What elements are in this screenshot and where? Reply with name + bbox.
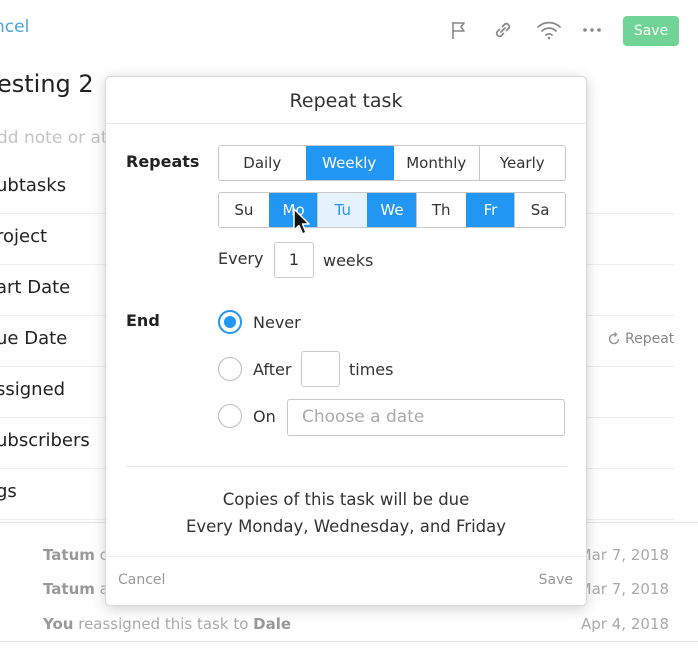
activity-actor[interactable]: You (43, 615, 73, 633)
field-label: gs (0, 481, 17, 502)
repeat-label: Repeat (625, 331, 675, 347)
save-button[interactable]: Save (623, 16, 679, 46)
repeat-task-dialog: Repeat task Repeats Daily Weekly Monthly… (105, 76, 587, 606)
times-label: times (349, 360, 394, 379)
field-label: ue Date (0, 328, 68, 349)
activity-date: Apr 4, 2018 (581, 615, 669, 633)
wifi-icon[interactable] (536, 19, 562, 41)
end-never-radio[interactable] (218, 310, 242, 334)
activity-text: reassigned this task to (73, 615, 254, 633)
day-thursday[interactable]: Th (415, 193, 466, 227)
end-on-label[interactable]: On (253, 407, 276, 426)
activity-target[interactable]: Dale (253, 615, 291, 633)
end-after-radio[interactable] (218, 357, 242, 381)
day-saturday[interactable]: Sa (514, 193, 565, 227)
frequency-monthly[interactable]: Monthly (392, 146, 479, 180)
interval-unit: weeks (323, 251, 374, 270)
flag-icon[interactable] (448, 19, 470, 41)
mouse-cursor-icon (293, 208, 310, 235)
field-label: art Date (0, 277, 71, 298)
footer-divider (106, 556, 586, 557)
weekday-selector: Su Mo Tu We Th Fr Sa (218, 192, 566, 228)
field-label: ubscribers (0, 430, 90, 451)
day-friday[interactable]: Fr (465, 193, 515, 227)
day-sunday[interactable]: Su (219, 193, 269, 227)
task-title[interactable]: esting 2 (0, 70, 94, 98)
frequency-daily[interactable]: Daily (219, 146, 306, 180)
field-label: roject (0, 226, 48, 247)
activity-date: Mar 7, 2018 (578, 546, 669, 564)
summary-line-2: Every Monday, Wednesday, and Friday (185, 517, 507, 536)
repeats-label: Repeats (126, 152, 200, 171)
dialog-title: Repeat task (106, 77, 586, 124)
note-placeholder[interactable]: dd note or att (0, 128, 114, 148)
field-label: ssigned (0, 379, 66, 400)
occurrences-input[interactable] (301, 351, 340, 387)
frequency-yearly[interactable]: Yearly (478, 146, 566, 180)
frequency-selector: Daily Weekly Monthly Yearly (218, 145, 566, 181)
activity-date: Mar 7, 2018 (578, 580, 669, 598)
dialog-cancel-button[interactable]: Cancel (118, 572, 165, 588)
field-label: ubtasks (0, 175, 67, 196)
day-tuesday[interactable]: Tu (317, 193, 368, 227)
end-after-label[interactable]: After (253, 360, 291, 379)
activity-actor[interactable]: Tatum (43, 580, 95, 598)
end-date-input[interactable]: Choose a date (287, 399, 565, 436)
cancel-link[interactable]: ncel (0, 17, 29, 37)
summary-divider (126, 466, 567, 467)
summary-line-1: Copies of this task will be due (222, 490, 470, 509)
end-on-radio[interactable] (218, 404, 242, 428)
day-wednesday[interactable]: We (367, 193, 416, 227)
link-icon[interactable] (492, 19, 514, 41)
bottom-divider (0, 641, 698, 642)
interval-input[interactable]: 1 (274, 242, 314, 278)
end-label: End (126, 311, 160, 330)
activity-actor[interactable]: Tatum (43, 546, 95, 564)
repeat-button[interactable]: Repeat (606, 331, 674, 347)
activity-item: You reassigned this task to Dale Apr 4, … (43, 615, 669, 633)
more-icon[interactable] (581, 19, 603, 41)
repeat-icon (608, 331, 620, 345)
frequency-weekly[interactable]: Weekly (305, 146, 392, 180)
dialog-save-button[interactable]: Save (539, 572, 573, 588)
every-label: Every (218, 249, 264, 268)
end-never-label[interactable]: Never (253, 313, 301, 332)
